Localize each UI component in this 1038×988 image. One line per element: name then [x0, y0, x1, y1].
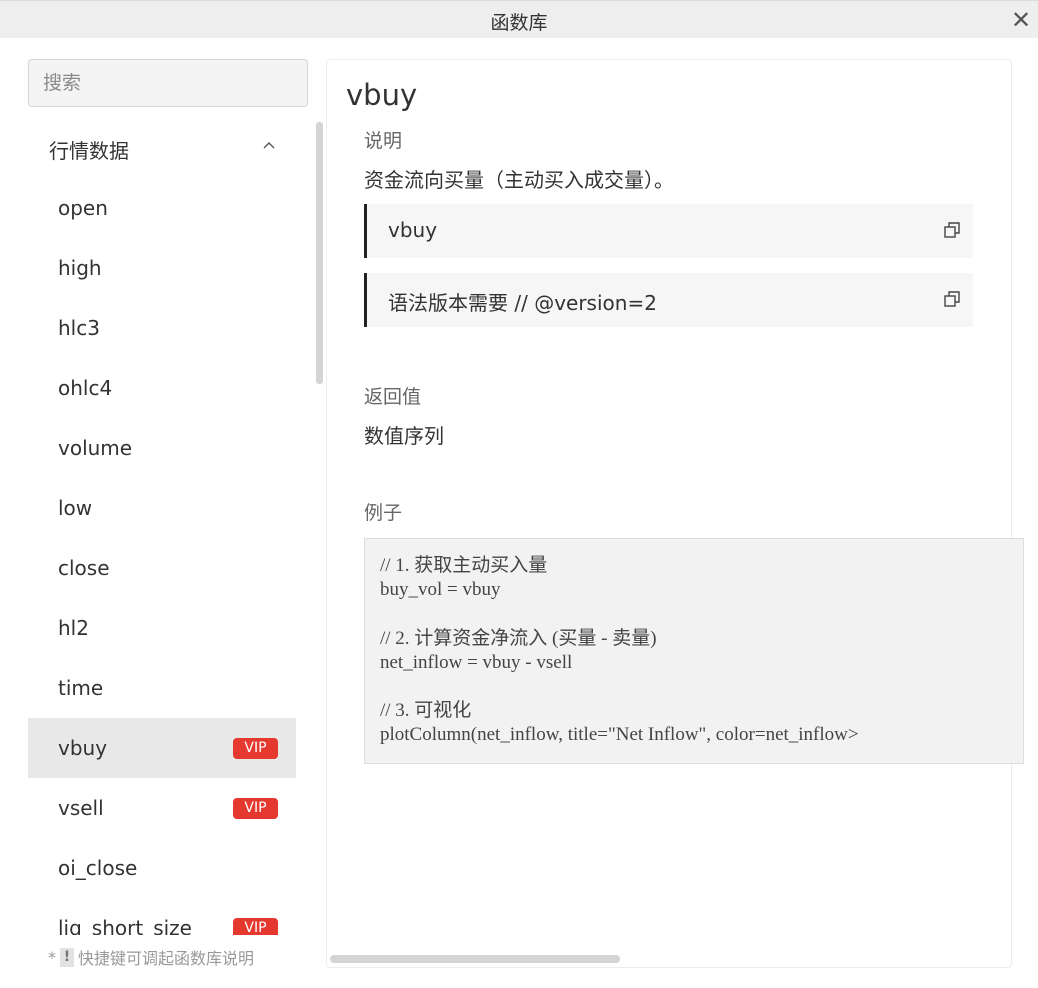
tip-text: 快捷键可调起函数库说明 — [78, 949, 255, 968]
sidebar-item-open[interactable]: open — [28, 178, 296, 238]
detail-panel — [326, 59, 1012, 968]
sidebar-item-high[interactable]: high — [28, 238, 296, 298]
return-label: 返回值 — [364, 386, 422, 408]
search-input[interactable] — [28, 59, 308, 107]
group-label: 行情数据 — [49, 139, 129, 163]
description-text: 资金流向买量（主动买入成交量）。 — [364, 168, 674, 192]
tip-star: * — [48, 947, 56, 967]
syntax-code-block: vbuy — [364, 204, 973, 258]
sidebar-item-ohlc4[interactable]: ohlc4 — [28, 358, 296, 418]
example-code-block: // 1. 获取主动买入量 buy_vol = vbuy // 2. 计算资金净… — [364, 538, 1024, 764]
sidebar-item-label: liq_short_size — [58, 916, 192, 935]
sidebar-item-label: vbuy — [58, 736, 108, 760]
description-label: 说明 — [364, 130, 403, 152]
vip-badge: VIP — [233, 798, 278, 819]
sidebar-item-label: time — [58, 676, 104, 700]
sidebar-item-low[interactable]: low — [28, 478, 296, 538]
return-value: 数值序列 — [364, 424, 444, 448]
vip-badge: VIP — [233, 918, 278, 935]
sidebar-item-close[interactable]: close — [28, 538, 296, 598]
sidebar-item-label: hl2 — [58, 616, 89, 640]
sidebar-item-hlc3[interactable]: hlc3 — [28, 298, 296, 358]
sidebar-item-label: oi_close — [58, 856, 138, 880]
sidebar-item-label: vsell — [58, 796, 104, 820]
chevron-up-icon — [263, 142, 275, 149]
syntax-code: vbuy — [388, 218, 438, 242]
vip-badge: VIP — [233, 738, 278, 759]
sidebar-item-volume[interactable]: volume — [28, 418, 296, 478]
sidebar-item-label: open — [58, 196, 108, 220]
sidebar-item-label: low — [58, 496, 93, 520]
horizontal-scrollbar[interactable] — [330, 955, 620, 963]
sidebar-item-hl2[interactable]: hl2 — [28, 598, 296, 658]
sidebar-item-label: high — [58, 256, 102, 280]
close-icon[interactable]: ✕ — [1008, 7, 1034, 33]
sidebar-item-liq-short-size[interactable]: liq_short_size VIP — [28, 898, 296, 935]
title-bar: 函数库 ✕ — [0, 0, 1038, 38]
warning-icon: ! — [60, 947, 74, 967]
sidebar-scrollbar[interactable] — [316, 122, 323, 384]
function-name: vbuy — [346, 78, 418, 112]
group-header-market-data[interactable]: 行情数据 — [28, 118, 296, 178]
copy-icon[interactable] — [943, 221, 961, 239]
version-code-block: 语法版本需要 // @version=2 — [364, 273, 973, 327]
example-label: 例子 — [364, 502, 403, 524]
sidebar-item-time[interactable]: time — [28, 658, 296, 718]
sidebar-item-vsell[interactable]: vsell VIP — [28, 778, 296, 838]
sidebar-item-label: ohlc4 — [58, 376, 113, 400]
shortcut-tip: * ! 快捷键可调起函数库说明 — [48, 945, 254, 969]
sidebar-item-label: close — [58, 556, 110, 580]
sidebar-item-vbuy[interactable]: vbuy VIP — [28, 718, 296, 778]
window-title: 函数库 — [490, 12, 548, 34]
sidebar-item-label: hlc3 — [58, 316, 100, 340]
copy-icon[interactable] — [943, 290, 961, 308]
sidebar-item-label: volume — [58, 436, 133, 460]
sidebar-item-oi-close[interactable]: oi_close — [28, 838, 296, 898]
function-sidebar: 行情数据 open high hlc3 ohlc4 volume low close hl2 t… — [28, 118, 296, 935]
example-code: // 1. 获取主动买入量 buy_vol = vbuy // 2. 计算资金净… — [380, 555, 859, 746]
version-code: 语法版本需要 // @version=2 — [388, 291, 657, 315]
